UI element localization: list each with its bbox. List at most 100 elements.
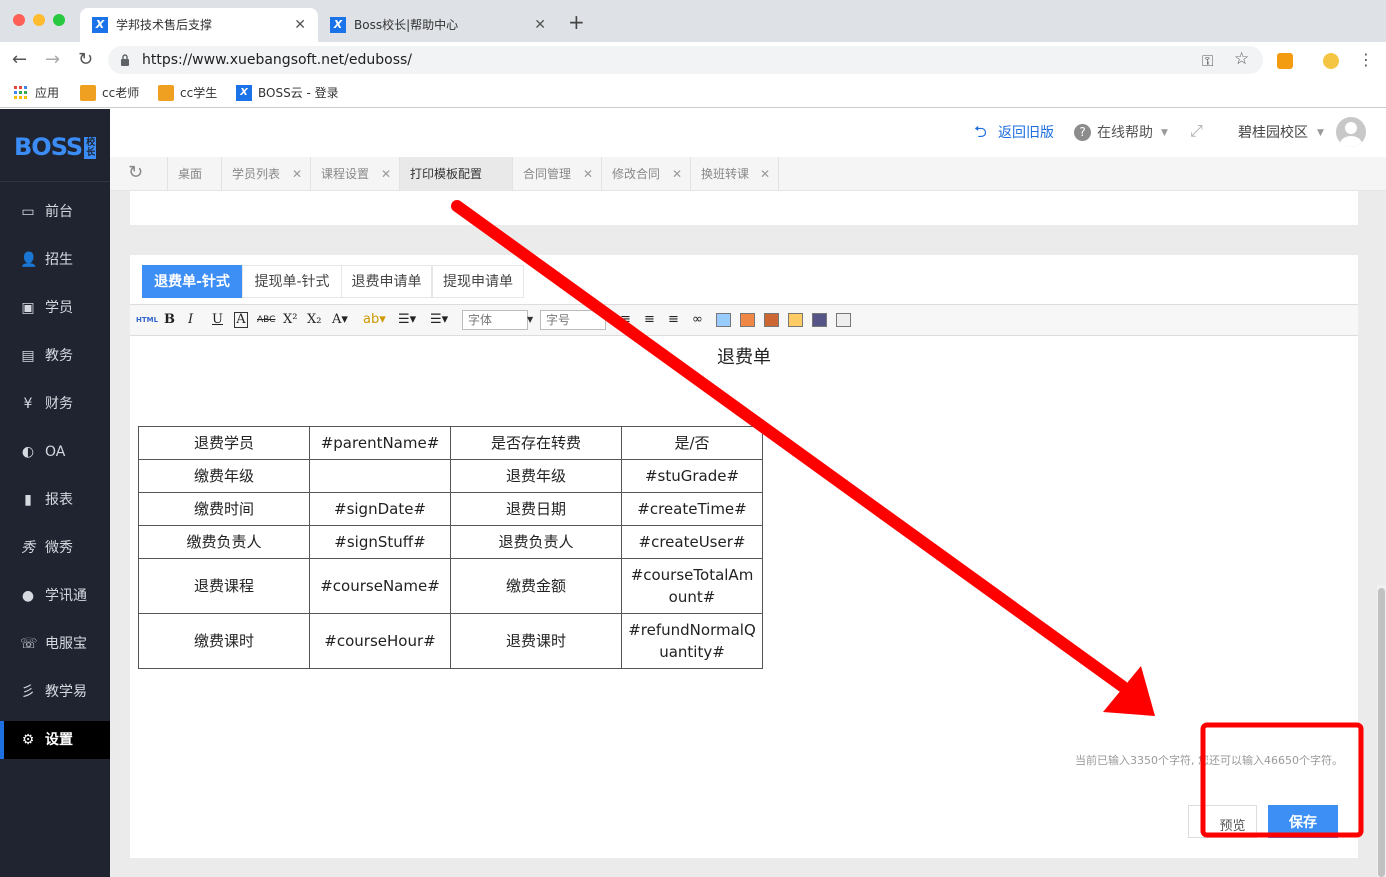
sidebar-item-students[interactable]: ▣ 学员 bbox=[0, 289, 110, 327]
table-cell[interactable]: 缴费年级 bbox=[138, 459, 310, 493]
minimize-window-button[interactable] bbox=[33, 14, 45, 26]
sidebar-item-jiaoxueyi[interactable]: 彡 教学易 bbox=[0, 673, 110, 711]
unordered-list-button[interactable]: ☰▾ bbox=[430, 312, 448, 328]
bookmark-cc-student[interactable]: cc学生 bbox=[158, 84, 217, 102]
close-icon[interactable]: ✕ bbox=[381, 157, 391, 191]
page-tab-print-template[interactable]: 打印模板配置 bbox=[399, 157, 512, 191]
table-cell[interactable]: #courseName# bbox=[309, 558, 451, 614]
italic-button[interactable]: I bbox=[188, 312, 193, 328]
table-cell[interactable]: #parentName# bbox=[309, 426, 451, 460]
sidebar-item-frontdesk[interactable]: ▭ 前台 bbox=[0, 193, 110, 231]
form-tab-withdraw-request[interactable]: 提现申请单 bbox=[432, 265, 524, 298]
close-icon[interactable]: ✕ bbox=[760, 157, 770, 191]
page-tab-modify-contract[interactable]: 修改合同 ✕ bbox=[601, 157, 690, 191]
forward-arrow-icon[interactable]: → bbox=[45, 50, 60, 70]
align-left-icon[interactable]: ≡ bbox=[620, 312, 631, 328]
table-cell[interactable]: #stuGrade# bbox=[621, 459, 763, 493]
caret-down-icon[interactable]: ▼ bbox=[1161, 124, 1168, 142]
extension-icon[interactable] bbox=[1277, 53, 1293, 69]
subscript-button[interactable]: X₂ bbox=[307, 312, 321, 328]
table-cell[interactable]: 退费日期 bbox=[450, 492, 622, 526]
font-family-select[interactable]: 字体 ▼ bbox=[462, 310, 533, 330]
table-cell[interactable] bbox=[309, 459, 451, 493]
table-cell[interactable]: 缴费金额 bbox=[450, 558, 622, 614]
table-icon[interactable] bbox=[788, 313, 803, 327]
page-tab-course-settings[interactable]: 课程设置 ✕ bbox=[310, 157, 399, 191]
font-size-select[interactable]: 字号 bbox=[540, 310, 606, 330]
font-color-button[interactable]: A▾ bbox=[332, 312, 348, 328]
form-tab-refund-request[interactable]: 退费申请单 bbox=[341, 265, 432, 298]
browser-tab-1[interactable]: X 学邦技术售后支撑 ✕ bbox=[80, 8, 318, 42]
sidebar-item-settings[interactable]: ⚙ 设置 bbox=[0, 721, 110, 759]
sidebar-item-enroll[interactable]: 👤 招生 bbox=[0, 241, 110, 279]
html-source-button[interactable]: HTML bbox=[136, 312, 158, 328]
table-cell[interactable]: 退费年级 bbox=[450, 459, 622, 493]
sidebar-item-weixiu[interactable]: 秀 微秀 bbox=[0, 529, 110, 567]
bookmark-boss-cloud[interactable]: X BOSS云 - 登录 bbox=[236, 84, 339, 102]
form-tab-withdraw-dot[interactable]: 提现单-针式 bbox=[242, 265, 342, 298]
close-icon[interactable]: ✕ bbox=[534, 8, 546, 42]
back-old-version-link[interactable]: 返回旧版 bbox=[998, 124, 1054, 142]
sidebar-item-xuexuntong[interactable]: ● 学讯通 bbox=[0, 577, 110, 615]
bookmark-apps[interactable]: 应用 bbox=[13, 84, 59, 102]
page-tab-desktop[interactable]: 桌面 bbox=[167, 157, 221, 191]
close-icon[interactable]: ✕ bbox=[294, 8, 306, 42]
online-help-menu[interactable]: 在线帮助 bbox=[1097, 124, 1153, 142]
table-cell[interactable]: #createTime# bbox=[621, 492, 763, 526]
bold-button[interactable]: B bbox=[164, 312, 175, 328]
maximize-window-button[interactable] bbox=[53, 14, 65, 26]
menu-kebab-icon[interactable]: ⋮ bbox=[1358, 50, 1374, 70]
bookmark-cc-teacher[interactable]: cc老师 bbox=[80, 84, 139, 102]
close-window-button[interactable] bbox=[13, 14, 25, 26]
table-cell[interactable]: #courseTotalAmount# bbox=[621, 558, 763, 614]
insert-image-icon[interactable] bbox=[740, 313, 755, 327]
campus-selector[interactable]: 碧桂园校区 bbox=[1238, 124, 1308, 142]
sidebar-item-academic[interactable]: ▤ 教务 bbox=[0, 337, 110, 375]
link-icon[interactable]: ∞ bbox=[692, 312, 703, 328]
scrollbar-thumb[interactable] bbox=[1378, 588, 1385, 877]
star-bookmark-icon[interactable]: ☆ bbox=[1234, 49, 1249, 69]
sidebar-item-finance[interactable]: ¥ 财务 bbox=[0, 385, 110, 423]
sidebar-item-oa[interactable]: ◐ OA bbox=[0, 433, 110, 471]
refresh-icon[interactable]: ↻ bbox=[128, 164, 143, 182]
close-icon[interactable]: ✕ bbox=[583, 157, 593, 191]
table-cell[interactable]: #createUser# bbox=[621, 525, 763, 559]
eraser-icon[interactable] bbox=[836, 313, 851, 327]
close-icon[interactable]: ✕ bbox=[292, 157, 302, 191]
reload-icon[interactable]: ↻ bbox=[78, 50, 93, 70]
align-center-icon[interactable]: ≡ bbox=[644, 312, 655, 328]
media-icon[interactable] bbox=[812, 313, 827, 327]
ordered-list-button[interactable]: ☰▾ bbox=[398, 312, 416, 328]
table-cell[interactable]: 退费学员 bbox=[138, 426, 310, 460]
highlight-button[interactable]: ab▾ bbox=[363, 312, 386, 328]
page-tab-student-list[interactable]: 学员列表 ✕ bbox=[221, 157, 310, 191]
table-cell[interactable]: 退费负责人 bbox=[450, 525, 622, 559]
underline-button[interactable]: U bbox=[212, 312, 223, 328]
table-cell[interactable]: 退费课程 bbox=[138, 558, 310, 614]
table-cell[interactable]: #refundNormalQuantity# bbox=[621, 613, 763, 669]
page-tab-class-transfer[interactable]: 换班转课 ✕ bbox=[690, 157, 779, 191]
table-cell[interactable]: 缴费负责人 bbox=[138, 525, 310, 559]
page-tab-contract-management[interactable]: 合同管理 ✕ bbox=[512, 157, 601, 191]
profile-emoji-icon[interactable] bbox=[1323, 53, 1339, 69]
image-icon[interactable] bbox=[716, 313, 731, 327]
table-cell[interactable]: 退费课时 bbox=[450, 613, 622, 669]
template-table[interactable]: 退费学员 #parentName# 是否存在转费 是/否 缴费年级 退费年级 #… bbox=[138, 426, 763, 669]
browser-tab-2[interactable]: X Boss校长|帮助中心 ✕ bbox=[318, 8, 558, 42]
key-icon[interactable]: ⚿ bbox=[1202, 52, 1213, 70]
flash-icon[interactable] bbox=[764, 313, 779, 327]
form-tab-refund-dot[interactable]: 退费单-针式 bbox=[142, 265, 242, 298]
font-border-button[interactable]: A bbox=[234, 312, 248, 328]
save-button[interactable]: 保存 bbox=[1268, 805, 1338, 838]
table-cell[interactable]: 缴费时间 bbox=[138, 492, 310, 526]
return-arrow-icon[interactable]: ⮌ bbox=[974, 123, 987, 141]
url-omnibox[interactable]: https://www.xuebangsoft.net/eduboss/ ⚿ ☆ bbox=[108, 46, 1263, 74]
table-cell[interactable]: 是否存在转费 bbox=[450, 426, 622, 460]
table-cell[interactable]: #courseHour# bbox=[309, 613, 451, 669]
preview-button[interactable]: 预览 bbox=[1188, 805, 1257, 838]
superscript-button[interactable]: X² bbox=[283, 312, 297, 328]
fullscreen-icon[interactable]: ⤢ bbox=[1190, 122, 1203, 140]
back-arrow-icon[interactable]: ← bbox=[12, 50, 27, 70]
close-icon[interactable]: ✕ bbox=[672, 157, 682, 191]
align-right-icon[interactable]: ≡ bbox=[668, 312, 679, 328]
